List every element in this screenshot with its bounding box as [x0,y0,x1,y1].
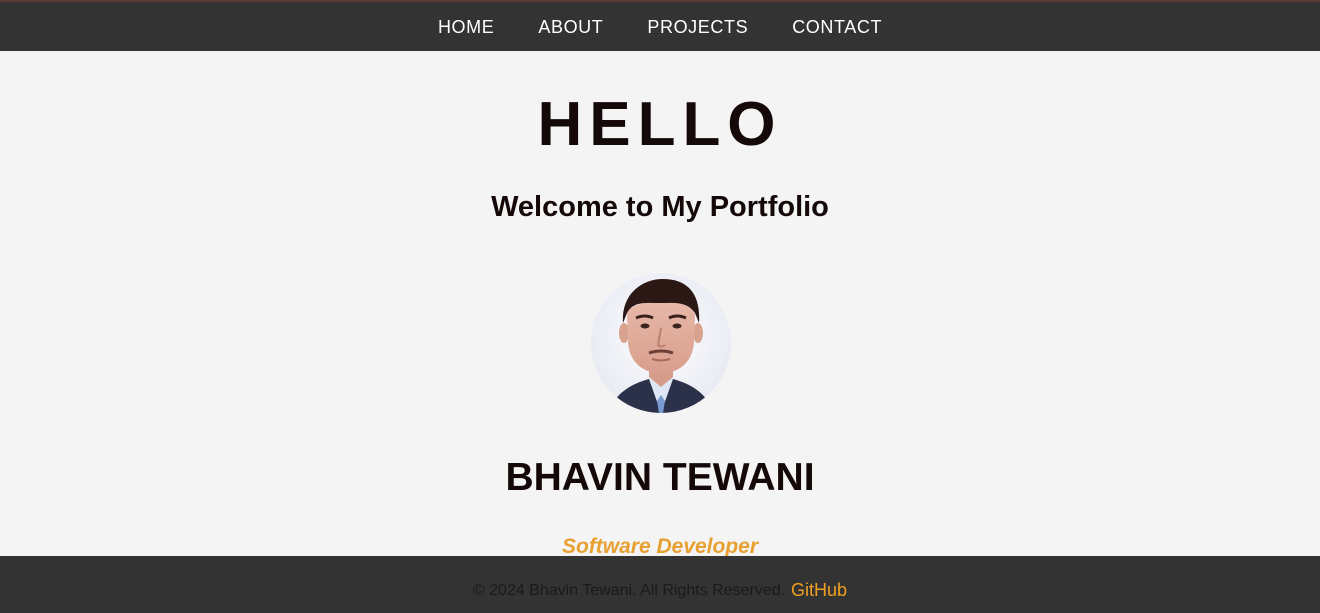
nav-link-about[interactable]: ABOUT [516,4,625,50]
profile-role: Software Developer [561,535,759,556]
profile-name: BHAVIN TEWANI [505,456,815,499]
profile-photo [591,273,731,413]
hero-subtitle: Welcome to My Portfolio [491,191,829,223]
hero-title: HELLO [537,90,783,159]
nav-link-home[interactable]: HOME [416,4,516,50]
footer-copyright: © 2024 Bhavin Tewani. All Rights Reserve… [472,581,786,599]
footer: © 2024 Bhavin Tewani. All Rights Reserve… [0,556,1320,613]
nav-link-contact[interactable]: CONTACT [770,4,904,50]
nav-link-projects[interactable]: PROJECTS [625,4,770,50]
hero-section: HELLO Welcome to My Portfolio BHAVIN TEW… [0,51,1320,556]
top-navigation: HOME ABOUT PROJECTS CONTACT [0,0,1320,51]
profile-photo-image [591,273,731,413]
github-link[interactable]: GitHub [791,580,847,601]
